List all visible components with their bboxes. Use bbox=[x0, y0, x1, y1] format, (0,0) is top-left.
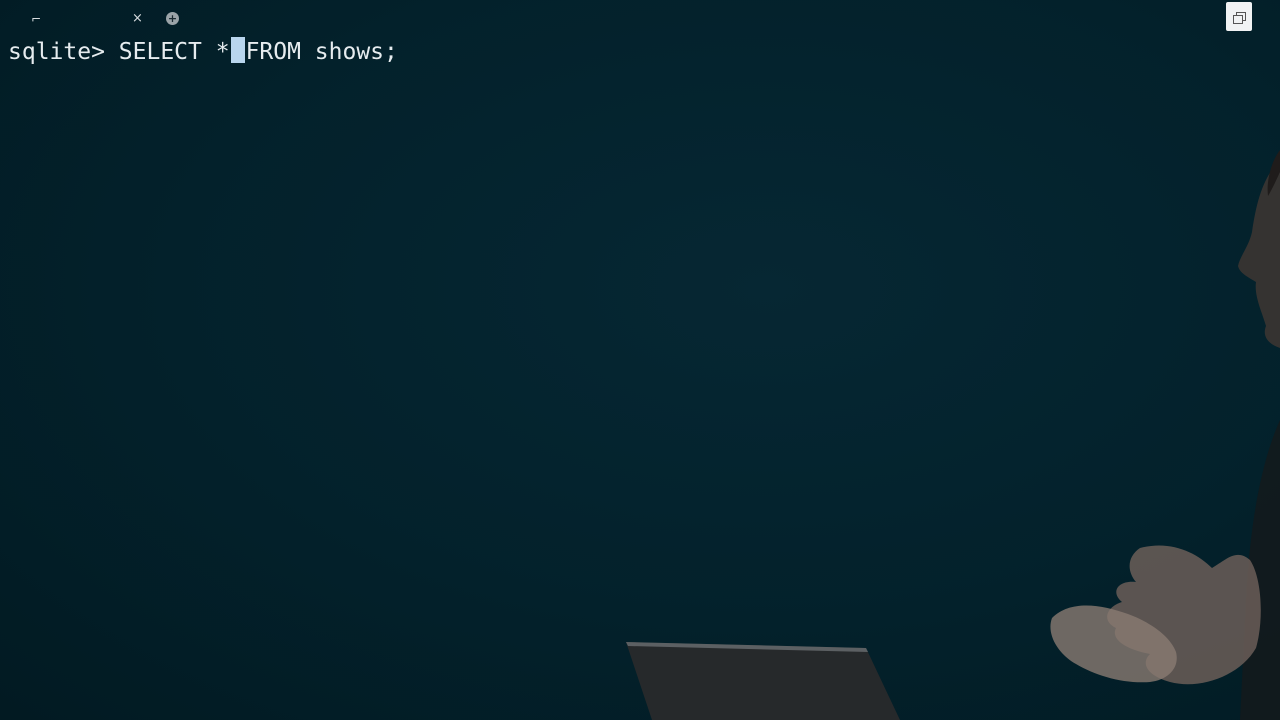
presenter-body bbox=[1240, 420, 1280, 720]
presenter-laptop-edge bbox=[626, 642, 868, 652]
close-icon[interactable]: × bbox=[132, 10, 143, 28]
text-cursor bbox=[230, 37, 245, 63]
presenter-head bbox=[1238, 160, 1280, 348]
command-text-before-cursor: SELECT * bbox=[118, 39, 230, 65]
presenter-overlay bbox=[626, 150, 1280, 720]
sqlite-prompt: sqlite> bbox=[8, 39, 119, 65]
terminal-icon[interactable]: ⌐ bbox=[31, 10, 41, 28]
presenter-hand-front bbox=[1050, 605, 1177, 683]
tab-bar: ⌐ × + bbox=[0, 0, 1280, 38]
presenter-hand-back bbox=[1107, 545, 1261, 685]
restore-window-button[interactable] bbox=[1226, 2, 1252, 31]
command-text-after-cursor: FROM shows; bbox=[245, 39, 398, 65]
new-tab-icon[interactable]: + bbox=[166, 12, 179, 25]
terminal-command-line[interactable]: sqlite> SELECT * FROM shows; bbox=[8, 36, 398, 68]
presenter-hair bbox=[1267, 150, 1280, 196]
terminal-screen: ⌐ × + sqlite> SELECT * FROM shows; bbox=[0, 0, 1280, 720]
restore-window-icon-front bbox=[1233, 15, 1243, 24]
presenter-laptop bbox=[626, 642, 900, 720]
